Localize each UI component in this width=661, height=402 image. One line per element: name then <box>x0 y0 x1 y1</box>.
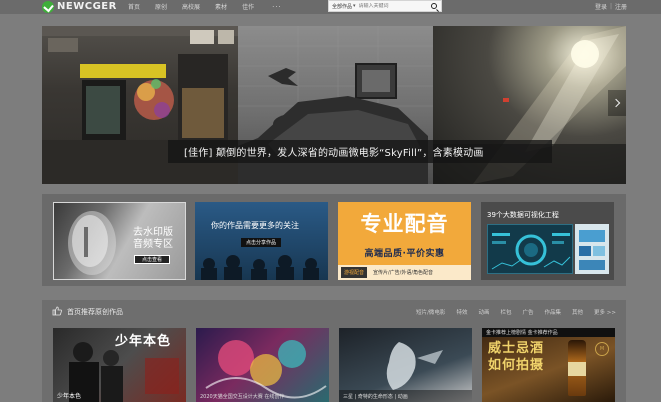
user-links: 登录 | 注册 <box>595 0 627 13</box>
nav-more-button[interactable]: ··· <box>272 3 282 11</box>
nav-item-masterpieces[interactable]: 佳作 <box>242 2 254 11</box>
work-card-poster-title: 少年本色 <box>115 334 172 349</box>
work-card[interactable]: 少年本色 少年本色 <box>53 328 186 402</box>
tab-packaging[interactable]: 栏包 <box>500 308 511 316</box>
tab-ads[interactable]: 广告 <box>522 308 533 316</box>
promo-share-works[interactable]: 你的作品需要更多的关注 点击分享作品 <box>195 202 328 280</box>
promo-data-visualization[interactable]: 39个大数据可视化工程 <box>481 202 614 280</box>
work-card-caption: 三星 | 奇特的生命形态 | 动画 <box>343 394 408 400</box>
tab-other[interactable]: 其他 <box>572 308 583 316</box>
work-card[interactable]: 三星 | 奇特的生命形态 | 动画 <box>339 328 472 402</box>
promo-voiceover-footer-text: 宣传片/广告/外语/角色配音 <box>373 270 434 276</box>
promo-voiceover[interactable]: 专业配音 高端品质·平价实惠 游视配音 宣传片/广告/外语/角色配音 <box>338 202 471 280</box>
dashboard-side-graphic <box>579 230 605 270</box>
chevron-down-icon[interactable]: ▾ <box>353 3 356 9</box>
nav-item-home[interactable]: 首页 <box>128 2 140 11</box>
tab-portfolio[interactable]: 作品集 <box>545 308 562 316</box>
search-input[interactable] <box>358 3 417 9</box>
tab-animation[interactable]: 动画 <box>478 308 489 316</box>
hero-banner[interactable]: [佳作] 颠倒的世界，发人深省的动画微电影“SkyFill”，含素模动画 <box>42 26 626 184</box>
register-link[interactable]: 注册 <box>615 2 627 11</box>
bottle-label-graphic <box>568 362 586 376</box>
site-logo[interactable]: NEWCGER <box>42 0 117 13</box>
promo-voiceover-subtitle: 高端品质·平价实惠 <box>364 249 445 259</box>
creature-illustration <box>339 342 472 402</box>
dashboard-side-illustration <box>575 224 609 274</box>
search-box: 全部作品 ▾ <box>328 0 442 12</box>
thumbs-up-icon <box>52 306 62 316</box>
promo-share-button[interactable]: 点击分享作品 <box>241 238 281 247</box>
tab-vfx[interactable]: 特效 <box>456 308 467 316</box>
banner-caption-text: [佳作] 颠倒的世界，发人深省的动画微电影“SkyFill”，含素模动画 <box>184 148 484 159</box>
recommended-section: 首页推荐原创作品 短片/微电影 特效 动画 栏包 广告 作品集 其他 更多 >>… <box>42 300 626 402</box>
promo-voiceover-title: 专业配音 <box>360 212 449 236</box>
colorful-abstract-illustration <box>205 340 327 399</box>
search-category-select[interactable]: 全部作品 <box>329 3 352 10</box>
promo-audio-title: 去水印版 音频专区 <box>133 227 173 250</box>
nav-item-original[interactable]: 原创 <box>155 2 167 11</box>
chevron-right-icon[interactable] <box>608 90 626 116</box>
recommended-tabs: 短片/微电影 特效 动画 栏包 广告 作品集 其他 更多 >> <box>405 308 616 316</box>
promo-voiceover-footer: 游视配音 宣传片/广告/外语/角色配音 <box>338 265 471 280</box>
work-card-caption: 少年本色 <box>57 393 82 400</box>
crowd-silhouette-illustration <box>201 255 319 280</box>
work-card[interactable]: 金卡推荐上榜剧情 金卡推荐作品 威士忌酒如何拍摄 M <box>482 328 615 402</box>
promo-audio-button[interactable]: 点击查看 <box>134 255 170 264</box>
banner-caption[interactable]: [佳作] 颠倒的世界，发人深省的动画微电影“SkyFill”，含素模动画 <box>168 140 552 163</box>
work-card-poster-title: 威士忌酒如何拍摄 <box>488 341 545 373</box>
promo-share-title: 你的作品需要更多的关注 <box>211 221 299 230</box>
divider: | <box>609 3 612 10</box>
nav-item-campus[interactable]: 高校展 <box>182 2 200 11</box>
tab-more[interactable]: 更多 >> <box>594 308 616 316</box>
promo-audio-zone[interactable]: 去水印版 音频专区 点击查看 <box>53 202 186 280</box>
recommended-header: 首页推荐原创作品 短片/微电影 特效 动画 栏包 广告 作品集 其他 更多 >> <box>42 300 626 322</box>
tab-short-film[interactable]: 短片/微电影 <box>416 308 445 316</box>
promo-dataviz-title: 39个大数据可视化工程 <box>487 211 559 219</box>
work-card-caption: 2020天猫全国交互设计大赛 在线创作 <box>200 394 285 400</box>
nav-item-materials[interactable]: 素材 <box>215 2 227 11</box>
work-card[interactable]: 2020天猫全国交互设计大赛 在线创作 <box>196 328 329 402</box>
top-navigation-bar: NEWCGER 首页 原创 高校展 素材 佳作 ··· 全部作品 ▾ 登录 | … <box>0 0 661 14</box>
brand-logo-icon: M <box>595 342 609 356</box>
work-card-top-banner: 金卡推荐上榜剧情 金卡推荐作品 <box>482 328 615 337</box>
promo-row: 去水印版 音频专区 点击查看 你的作品需要更多的关注 点击分享作品 专业配音 高… <box>42 194 626 286</box>
search-icon[interactable] <box>431 3 437 9</box>
recommended-title: 首页推荐原创作品 <box>67 308 123 316</box>
dashboard-chart-graphic <box>491 233 571 270</box>
login-link[interactable]: 登录 <box>595 2 607 11</box>
main-nav: 首页 原创 高校展 素材 佳作 ··· <box>128 0 282 13</box>
voiceover-logo: 游视配音 <box>341 267 367 278</box>
logo-text: NEWCGER <box>57 1 117 12</box>
logo-icon <box>42 0 54 13</box>
dashboard-illustration <box>487 224 573 274</box>
